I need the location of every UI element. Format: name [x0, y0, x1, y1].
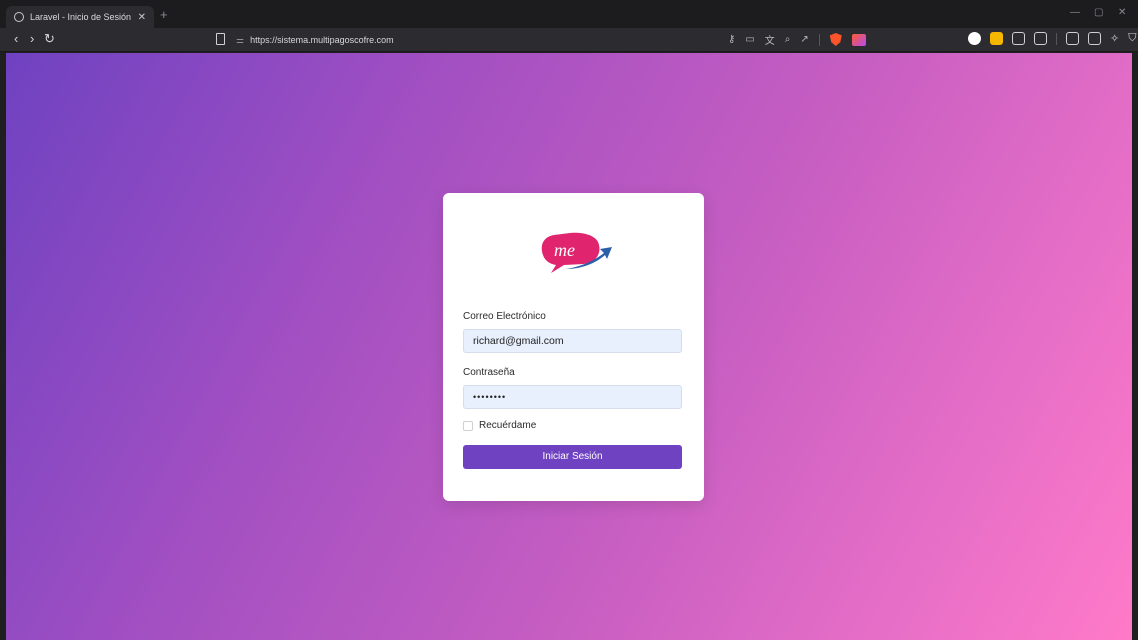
brand-logo: me	[541, 232, 612, 273]
tab-search-icon[interactable]	[1088, 32, 1101, 45]
divider	[818, 33, 820, 46]
toolbar-extensions: ✧ ⛉ ☰	[968, 32, 1138, 45]
window-close-icon[interactable]: ✕	[1118, 7, 1126, 18]
leo-icon[interactable]: ✧	[1110, 32, 1119, 45]
share-icon[interactable]: ↗	[800, 34, 808, 45]
cast-icon[interactable]: ▭	[745, 34, 754, 45]
password-label: Contraseña	[463, 367, 515, 378]
vpn-icon[interactable]: ⛉	[1128, 32, 1136, 45]
key-icon[interactable]: ⚷	[728, 34, 735, 45]
forward-icon[interactable]: ›	[30, 31, 34, 47]
bookmark-icon[interactable]	[216, 33, 225, 45]
new-tab-icon[interactable]: +	[160, 7, 168, 22]
zoom-icon[interactable]: ⌕	[785, 34, 791, 45]
remember-me[interactable]: Recuérdame	[463, 420, 536, 431]
brave-rewards-icon[interactable]	[851, 33, 866, 46]
email-label: Correo Electrónico	[463, 311, 546, 322]
site-settings-icon[interactable]: ⚌	[236, 35, 244, 46]
back-icon[interactable]: ‹	[14, 31, 18, 47]
minimize-icon[interactable]: —	[1070, 7, 1080, 18]
url-text: https://sistema.multipagoscofre.com	[250, 35, 394, 45]
remember-checkbox[interactable]	[463, 420, 473, 431]
browser-tab-bar: Laravel - Inicio de Sesión ✕ + — ▢ ✕	[0, 0, 1138, 28]
tab-title: Laravel - Inicio de Sesión	[30, 12, 132, 22]
logo-text: me	[554, 240, 575, 260]
login-button[interactable]: Iniciar Sesión	[463, 445, 682, 469]
remember-label: Recuérdame	[479, 420, 537, 431]
calendar-icon[interactable]	[1034, 32, 1047, 45]
extension-icon[interactable]	[968, 32, 981, 45]
close-tab-icon[interactable]: ✕	[138, 12, 146, 23]
page-background: me Correo Electrónico Contraseña •••••••…	[6, 53, 1132, 640]
address-bar-actions: ⚷ ▭ 文 ⌕ ↗	[728, 32, 866, 47]
browser-toolbar: ‹ › ↻ ⚌ https://sistema.multipagoscofre.…	[0, 28, 1138, 52]
translate-icon[interactable]: 文	[765, 32, 775, 47]
wallet-icon[interactable]	[990, 32, 1003, 45]
divider	[1056, 32, 1057, 45]
password-field[interactable]: ••••••••	[463, 385, 682, 409]
puzzle-icon[interactable]	[1012, 32, 1025, 45]
sidebar-icon[interactable]	[1066, 32, 1079, 45]
browser-tab[interactable]: Laravel - Inicio de Sesión ✕	[6, 6, 154, 28]
reload-icon[interactable]: ↻	[44, 31, 55, 47]
restore-icon[interactable]: ▢	[1094, 7, 1103, 18]
brave-shield-icon[interactable]	[829, 33, 842, 46]
login-card: me Correo Electrónico Contraseña •••••••…	[443, 193, 704, 501]
email-field[interactable]	[463, 329, 682, 353]
globe-icon	[14, 12, 24, 22]
